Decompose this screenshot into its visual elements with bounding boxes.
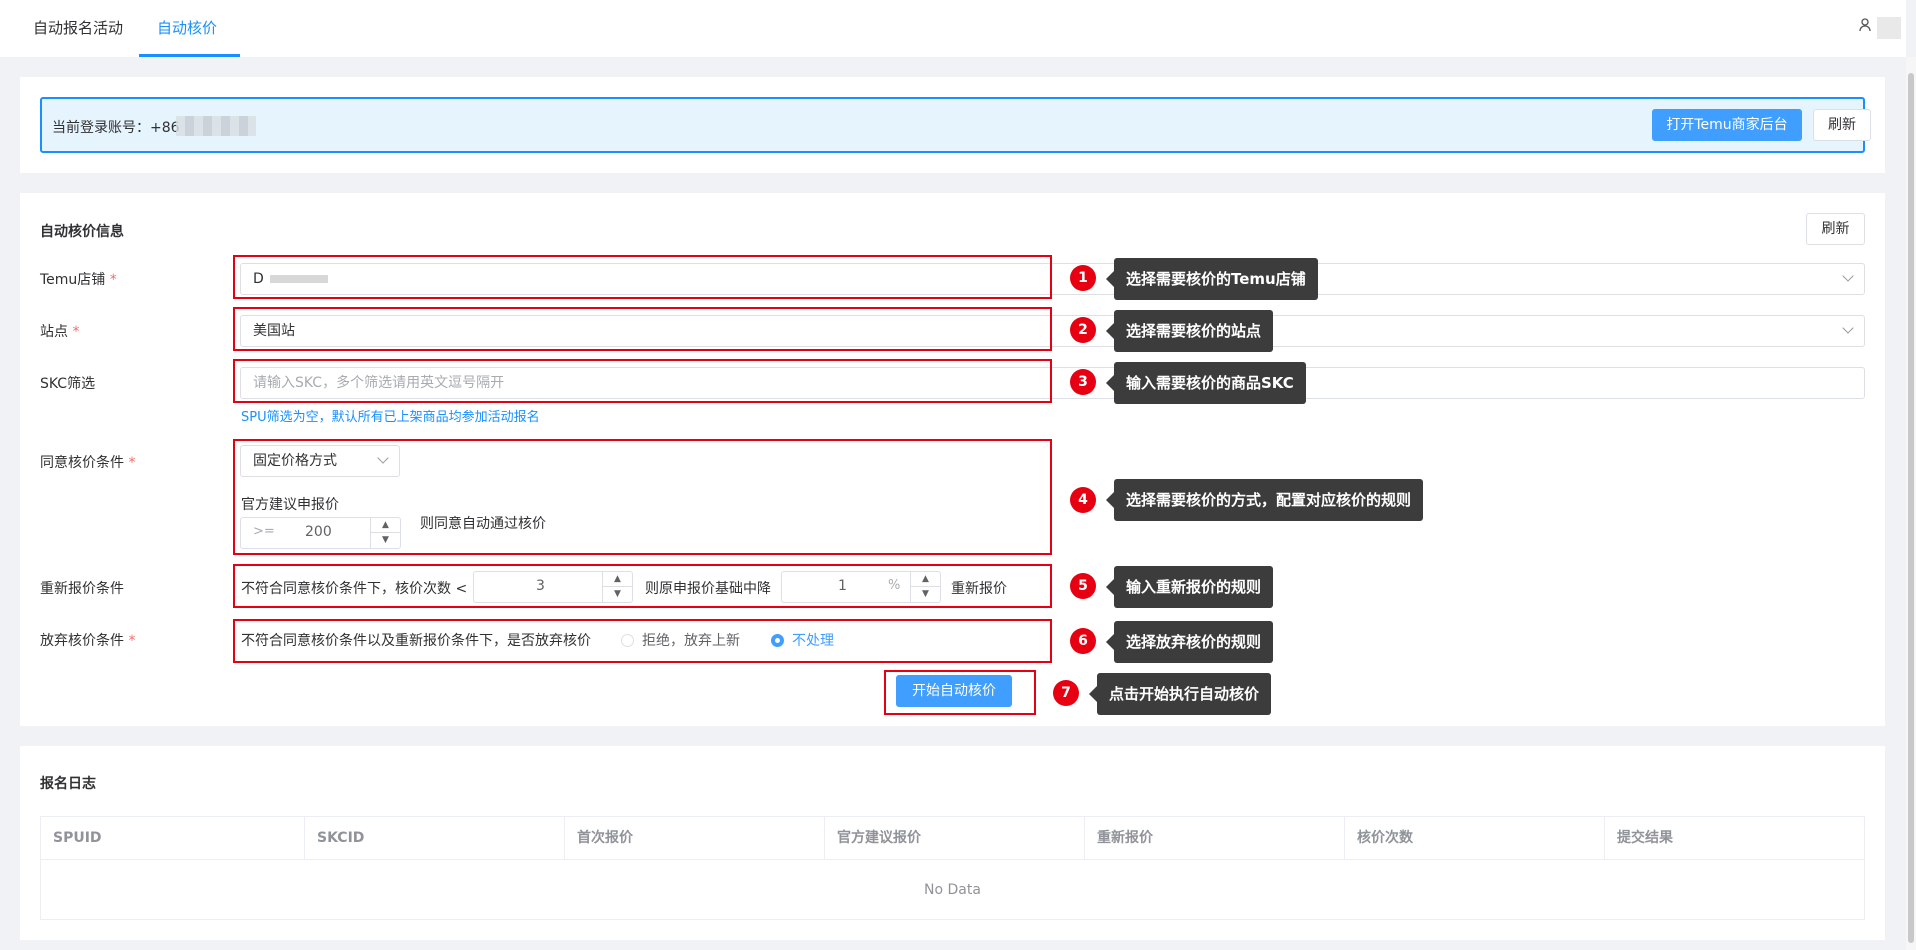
- user-icon[interactable]: [1859, 18, 1871, 36]
- chevron-down-icon: [1842, 322, 1854, 334]
- table-header: SPUID SKCID 首次报价 官方建议报价 重新报价 核价次数 提交结果: [41, 817, 1864, 860]
- highlight-box-1: [233, 255, 1052, 299]
- highlight-box-2: [233, 307, 1052, 351]
- column-header[interactable]: 重新报价: [1085, 817, 1345, 860]
- site-label: 站点 *: [40, 324, 80, 340]
- step-badge-3: 3: [1070, 369, 1096, 395]
- callout-6: 选择放弃核价的规则: [1105, 621, 1274, 663]
- callout-1: 选择需要核价的Temu店铺: [1106, 258, 1318, 300]
- account-refresh-button[interactable]: 刷新: [1813, 109, 1871, 141]
- top-nav: 自动报名活动 自动核价: [0, 0, 1906, 57]
- phone-number-redacted: [176, 116, 256, 136]
- empty-state: No Data: [924, 882, 981, 898]
- log-table: SPUID SKCID 首次报价 官方建议报价 重新报价 核价次数 提交结果 N…: [40, 816, 1865, 920]
- step-badge-5: 5: [1070, 573, 1096, 599]
- column-header[interactable]: SPUID: [41, 817, 305, 860]
- log-title: 报名日志: [40, 776, 96, 792]
- abandon-label: 放弃核价条件 *: [40, 633, 136, 649]
- highlight-box-3: [233, 359, 1052, 403]
- open-temu-backend-button[interactable]: 打开Temu商家后台: [1652, 109, 1802, 141]
- signup-log-card: 报名日志 SPUID SKCID 首次报价 官方建议报价 重新报价 核价次数 提…: [20, 746, 1885, 940]
- active-tab-indicator: [139, 54, 240, 57]
- tab-auto-signup[interactable]: 自动报名活动: [33, 17, 123, 38]
- step-badge-7: 7: [1053, 680, 1079, 706]
- reprice-label: 重新报价条件: [40, 581, 124, 597]
- skc-hint: SPU筛选为空，默认所有已上架商品均参加活动报名: [241, 410, 540, 425]
- column-header[interactable]: 核价次数: [1345, 817, 1605, 860]
- column-header[interactable]: SKCID: [305, 817, 565, 860]
- callout-3: 输入需要核价的商品SKC: [1106, 362, 1306, 404]
- store-label: Temu店铺 *: [40, 272, 117, 288]
- column-header[interactable]: 官方建议报价: [825, 817, 1085, 860]
- agree-label: 同意核价条件 *: [40, 455, 136, 471]
- tab-auto-pricing[interactable]: 自动核价: [157, 17, 217, 38]
- account-label: 当前登录账号：+86: [52, 120, 180, 136]
- info-refresh-button[interactable]: 刷新: [1806, 213, 1865, 245]
- highlight-box-7: [884, 670, 1036, 715]
- skc-label: SKC筛选: [40, 376, 96, 392]
- column-header[interactable]: 首次报价: [565, 817, 825, 860]
- account-bar: 当前登录账号：+86 打开Temu商家后台 刷新: [40, 97, 1871, 153]
- highlight-box-5: [233, 564, 1052, 608]
- chevron-down-icon: [1842, 270, 1854, 282]
- section-title: 自动核价信息: [40, 224, 124, 240]
- step-badge-6: 6: [1070, 628, 1096, 654]
- step-badge-1: 1: [1070, 265, 1096, 291]
- account-card: 当前登录账号：+86 打开Temu商家后台 刷新: [20, 77, 1885, 173]
- user-name-redacted[interactable]: [1877, 17, 1901, 39]
- callout-2: 选择需要核价的站点: [1105, 310, 1274, 352]
- page-scrollbar[interactable]: [1906, 57, 1916, 950]
- callout-5: 输入重新报价的规则: [1105, 566, 1274, 608]
- highlight-box-4: [233, 439, 1052, 555]
- step-badge-2: 2: [1070, 317, 1096, 343]
- column-header[interactable]: 提交结果: [1605, 817, 1864, 860]
- scrollbar-thumb[interactable]: [1908, 73, 1914, 943]
- callout-7: 点击开始执行自动核价: [1088, 673, 1272, 715]
- callout-4: 选择需要核价的方式，配置对应核价的规则: [1105, 479, 1424, 521]
- step-badge-4: 4: [1070, 487, 1096, 513]
- highlight-box-6: [233, 619, 1052, 663]
